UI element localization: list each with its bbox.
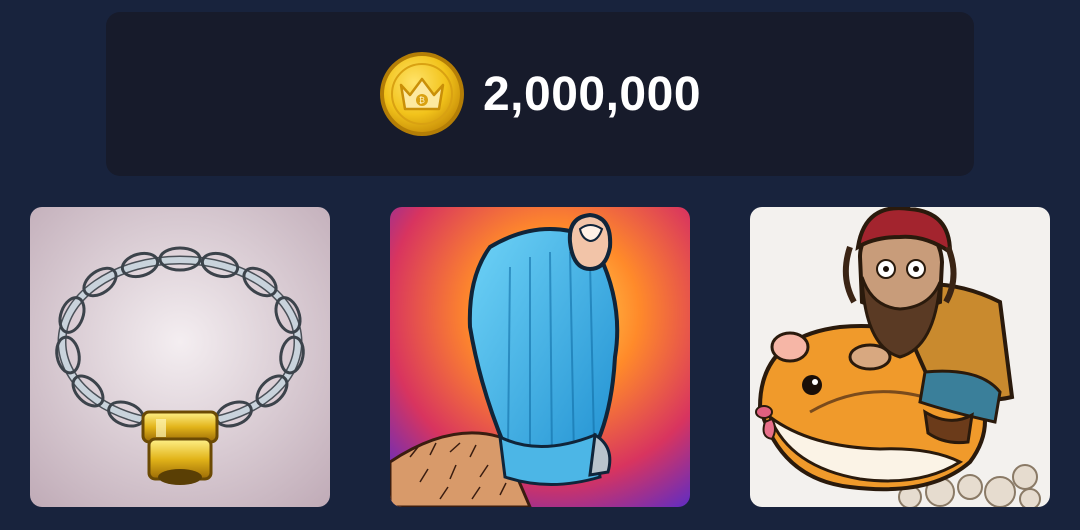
coin-symbol: ₿ xyxy=(419,96,425,105)
torn-sock-foot-icon xyxy=(390,207,690,507)
man-riding-hamster-icon xyxy=(750,207,1050,507)
chain-necklace-icon xyxy=(30,207,330,507)
card-hamster-rider[interactable] xyxy=(750,207,1050,507)
balance-amount: 2,000,000 xyxy=(482,67,702,121)
balance-panel: ₿ 2,000,000 xyxy=(106,12,974,176)
card-torn-sock[interactable] xyxy=(390,207,690,507)
card-grid xyxy=(30,207,1050,507)
page: ₿ 2,000,000 xyxy=(0,0,1080,530)
card-chain-necklace[interactable] xyxy=(30,207,330,507)
crown-coin-icon: ₿ xyxy=(379,52,464,136)
